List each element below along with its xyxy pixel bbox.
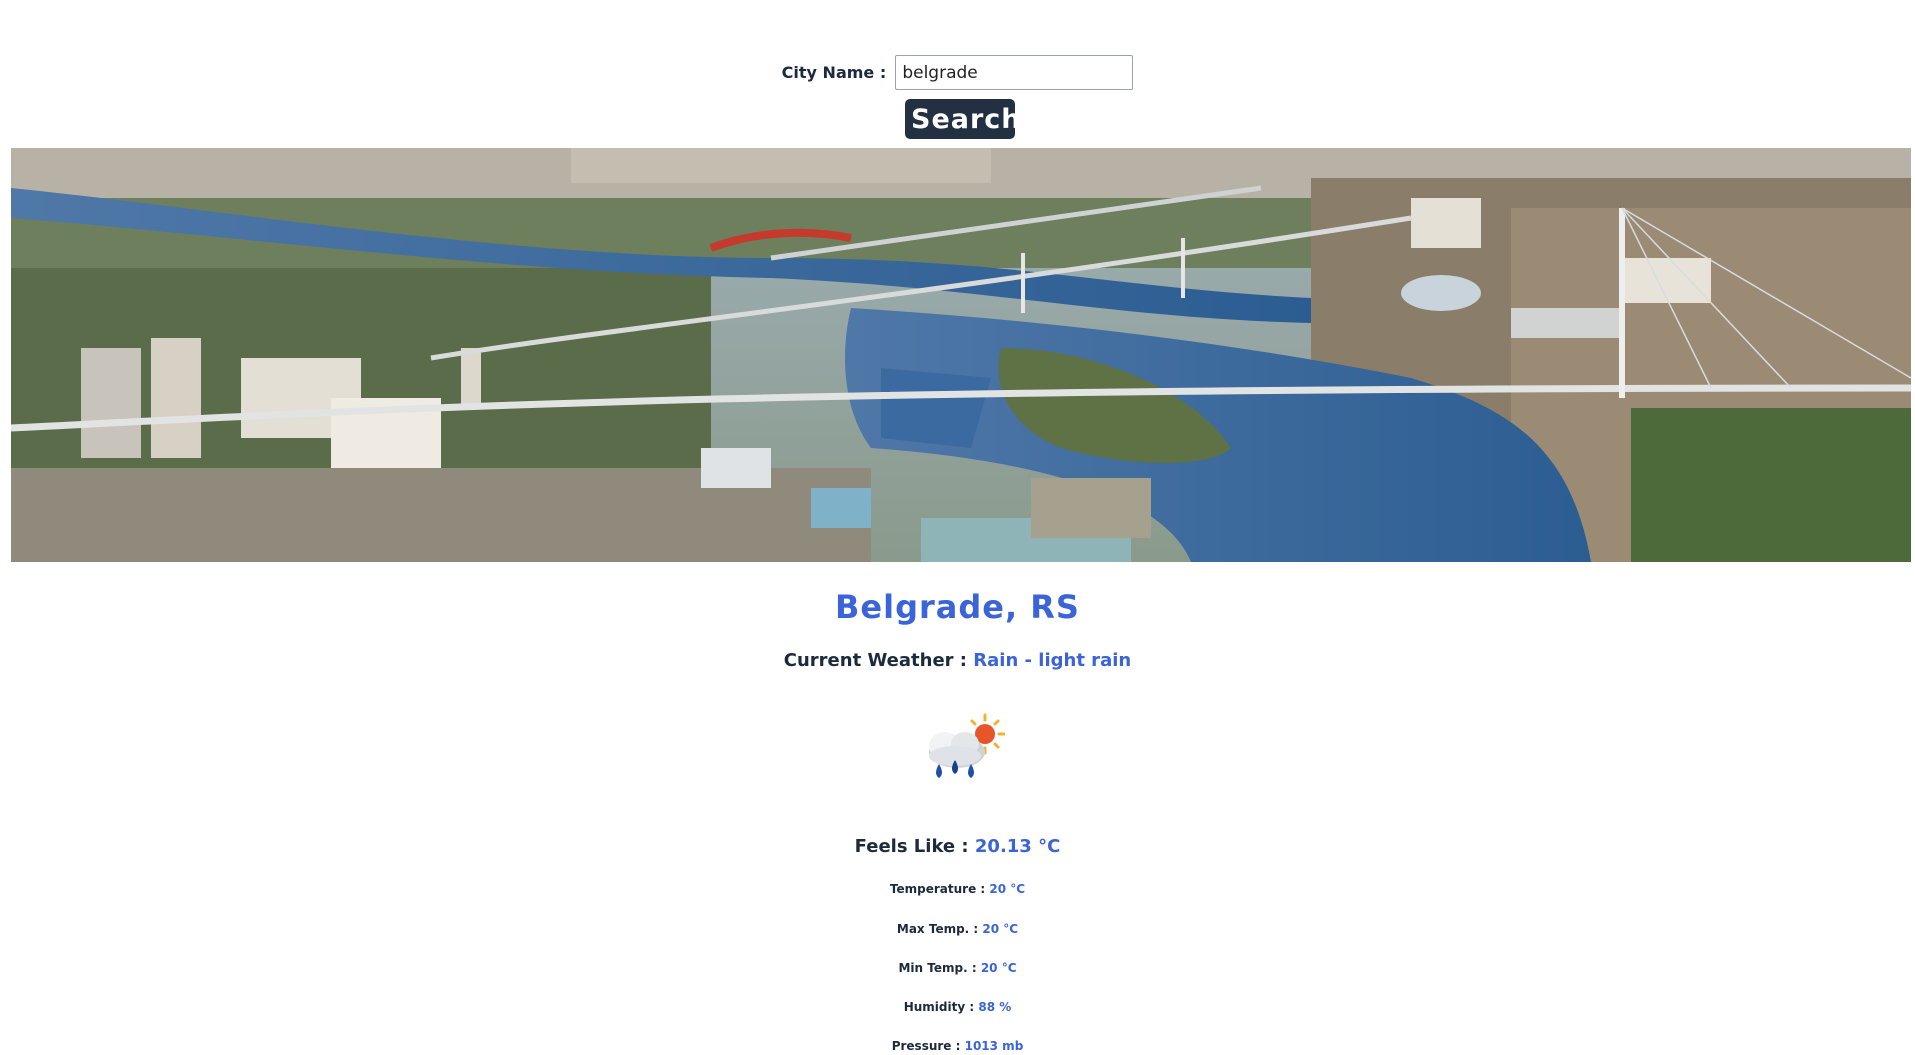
stat-label: Min Temp. :	[898, 961, 977, 975]
stat-humidity: Humidity : 88 %	[0, 1000, 1915, 1014]
current-weather-value: Rain - light rain	[973, 650, 1132, 671]
city-name-input[interactable]	[895, 55, 1134, 90]
stat-label: Pressure :	[891, 1039, 961, 1053]
current-weather: Current Weather : Rain - light rain	[0, 650, 1915, 671]
feels-like-value: 20.13 °C	[974, 836, 1061, 857]
rain-sun-icon	[915, 712, 1006, 788]
feels-like: Feels Like : 20.13 °C	[0, 836, 1915, 857]
search-button[interactable]: Search	[905, 99, 1021, 139]
stat-label: Max Temp. :	[896, 922, 979, 936]
stat-min-temp: Min Temp. : 20 °C	[0, 961, 1915, 975]
city-image	[11, 148, 1911, 562]
stat-label: Temperature :	[889, 882, 986, 896]
stat-value: 1013 mb	[964, 1039, 1024, 1053]
stat-value: 20 °C	[989, 882, 1026, 896]
weather-page: City Name : Search	[0, 0, 1915, 1055]
feels-like-label: Feels Like :	[854, 836, 969, 857]
stat-value: 20 °C	[982, 922, 1019, 936]
stat-value: 88 %	[978, 1000, 1012, 1014]
stat-pressure: Pressure : 1013 mb	[0, 1039, 1915, 1053]
stat-value: 20 °C	[980, 961, 1017, 975]
stat-temperature: Temperature : 20 °C	[0, 882, 1915, 896]
city-title: Belgrade, RS	[835, 588, 1080, 626]
stat-max-temp: Max Temp. : 20 °C	[0, 922, 1915, 936]
stat-label: Humidity :	[903, 1000, 975, 1014]
current-weather-label: Current Weather :	[783, 650, 967, 671]
search-form: City Name :	[0, 55, 1915, 90]
city-name-label: City Name :	[781, 63, 887, 82]
